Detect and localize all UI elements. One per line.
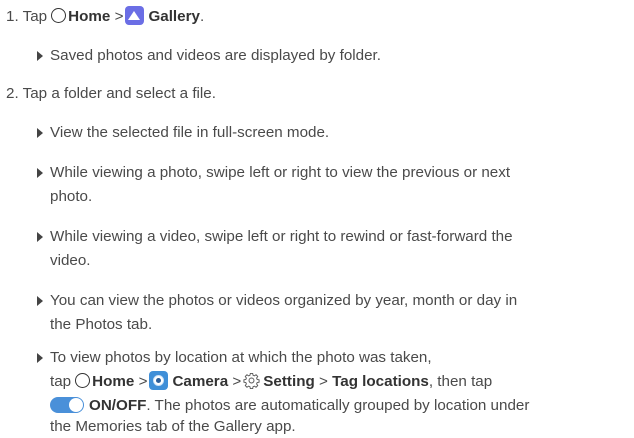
bullet-item: While viewing a photo, swipe left or rig… <box>37 162 510 184</box>
bullet-continuation: the Memories tab of the Gallery app. <box>50 418 296 435</box>
step-text: Tap a folder and select a file. <box>22 85 216 102</box>
bullet-icon <box>37 168 43 178</box>
home-label: Home <box>68 8 111 25</box>
bullet-icon <box>37 353 43 363</box>
bullet-continuation: video. <box>50 252 91 269</box>
bullet-item: To view photos by location at which the … <box>37 347 432 369</box>
bullet-text: While viewing a photo, swipe left or rig… <box>50 164 511 181</box>
camera-label: Camera <box>172 373 229 390</box>
gallery-icon <box>125 6 145 25</box>
onoff-label: ON/OFF <box>89 397 147 414</box>
bullet-icon <box>37 128 43 138</box>
home-label: Home <box>92 373 135 390</box>
setting-label: Setting <box>263 373 315 390</box>
bullet-item: View the selected file in full-screen mo… <box>37 122 329 144</box>
bullet-continuation: photo. <box>50 188 93 205</box>
after-onoff-text: . The photos are automatically grouped b… <box>146 397 530 414</box>
bullet-continuation: tap Home > Camera > Setting > Tag locations… <box>50 371 492 393</box>
home-icon <box>51 8 67 23</box>
separator: > <box>232 373 242 390</box>
bullet-text: You can view the photos or videos organi… <box>50 292 518 309</box>
step-number: 1. <box>6 8 19 25</box>
bullet-continuation: ON/OFF. The photos are automatically gro… <box>50 395 529 417</box>
bullet-text: View the selected file in full-screen mo… <box>50 124 330 141</box>
bullet-icon <box>37 232 43 242</box>
separator: > <box>138 373 148 390</box>
separator: > <box>318 373 328 390</box>
bullet-item: While viewing a video, swipe left or rig… <box>37 226 513 248</box>
bullet-text: Saved photos and videos are displayed by… <box>50 47 381 64</box>
separator: > <box>114 8 124 25</box>
tap-text: tap <box>50 373 72 390</box>
bullet-text: While viewing a video, swipe left or rig… <box>50 228 513 245</box>
step-1: 1. Tap Home > Gallery. <box>6 6 204 28</box>
gear-icon <box>243 372 260 389</box>
tag-locations-label: Tag locations <box>332 373 429 390</box>
bullet-continuation: the Photos tab. <box>50 316 153 333</box>
bullet-text: To view photos by location at which the … <box>50 349 432 366</box>
step-2: 2. Tap a folder and select a file. <box>6 83 216 105</box>
camera-icon <box>149 371 169 390</box>
gallery-label: Gallery <box>148 8 200 25</box>
step-end: . <box>199 8 205 25</box>
step-number: 2. <box>6 85 19 102</box>
bullet-item: Saved photos and videos are displayed by… <box>37 45 381 67</box>
step-text: Tap <box>22 8 48 25</box>
then-tap-text: , then tap <box>428 373 493 390</box>
bullet-icon <box>37 296 43 306</box>
home-icon <box>75 373 91 388</box>
bullet-icon <box>37 51 43 61</box>
toggle-switch-icon <box>50 397 84 413</box>
bullet-item: You can view the photos or videos organi… <box>37 290 517 312</box>
